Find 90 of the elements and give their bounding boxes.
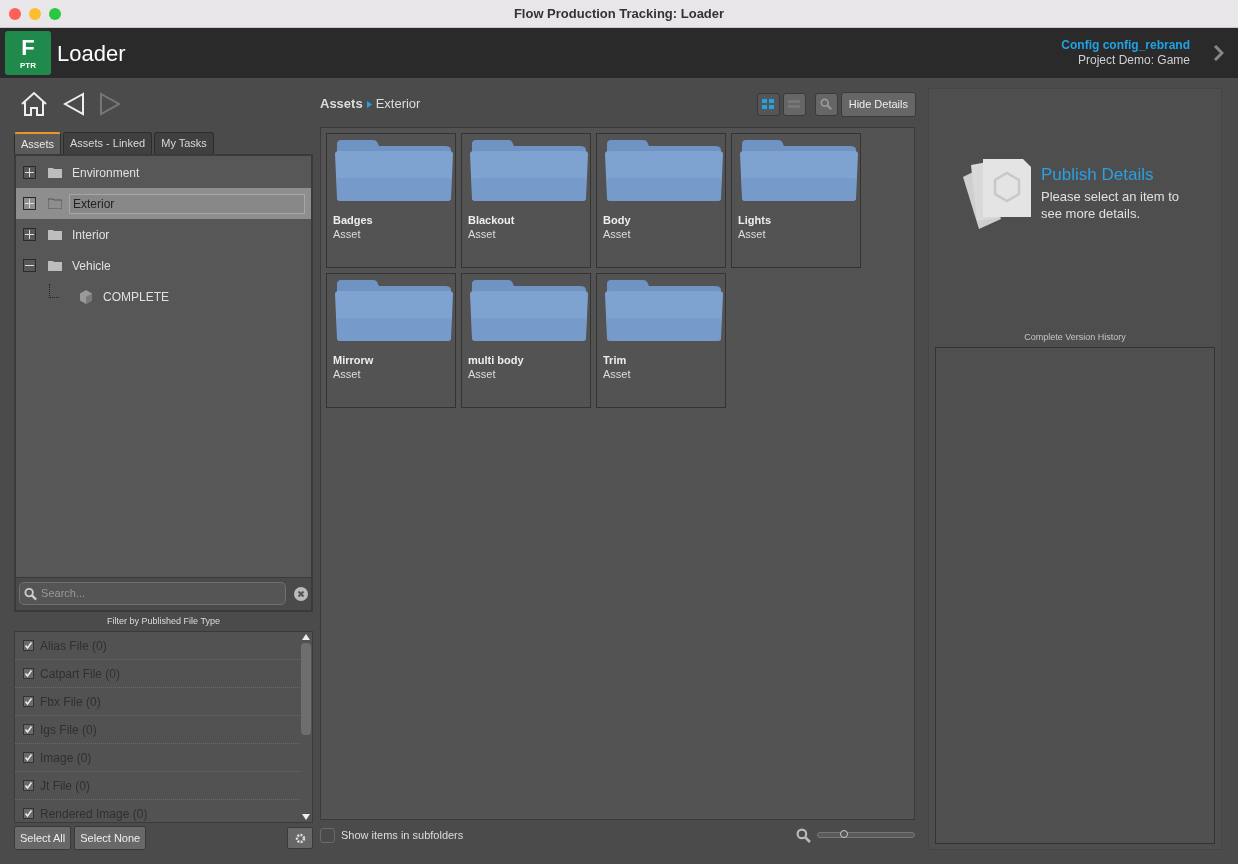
hide-details-button[interactable]: Hide Details xyxy=(840,91,916,117)
slider-thumb[interactable] xyxy=(839,830,848,838)
folder-icon xyxy=(48,198,62,209)
filter-title: Filter by Published File Type xyxy=(106,614,221,628)
history-title: Complete Version History xyxy=(1023,331,1127,344)
asset-name: Body xyxy=(603,213,632,227)
list-view-button[interactable] xyxy=(782,92,806,116)
folder-icon xyxy=(333,138,455,202)
breadcrumb-item: Exterior xyxy=(375,95,421,114)
asset-tile[interactable]: Lights Asset xyxy=(731,133,861,268)
checkbox[interactable] xyxy=(23,780,34,791)
asset-tile[interactable]: Blackout Asset xyxy=(461,133,591,268)
expander-icon[interactable] xyxy=(23,166,36,179)
select-button[interactable]: Select None xyxy=(74,826,147,850)
checkbox[interactable] xyxy=(23,808,34,819)
scrollbar[interactable] xyxy=(300,632,312,822)
folder-icon xyxy=(603,278,725,342)
tree-connector-icon xyxy=(48,283,59,298)
asset-tile[interactable]: Badges Asset xyxy=(326,133,456,268)
subfolders-label: Show items in subfolders xyxy=(341,827,464,843)
tree-item[interactable]: Exterior xyxy=(69,193,305,214)
zoom-icon xyxy=(796,827,811,843)
details-title: Publish Details xyxy=(1041,164,1155,186)
asset-type: Asset xyxy=(468,227,497,241)
scroll-down-icon[interactable] xyxy=(302,814,310,820)
settings-button[interactable] xyxy=(287,827,313,849)
tab[interactable]: Assets xyxy=(14,132,61,154)
asset-name: Mirrorw xyxy=(333,353,375,367)
checkbox[interactable] xyxy=(320,827,335,843)
asset-name: Blackout xyxy=(468,213,516,227)
expander-icon[interactable] xyxy=(23,259,36,272)
grid-icon xyxy=(762,99,775,109)
clear-icon[interactable] xyxy=(294,586,308,601)
cube-icon xyxy=(79,289,93,304)
tree-item[interactable]: Environment xyxy=(69,163,143,182)
folder-icon xyxy=(468,278,590,342)
asset-name: Lights xyxy=(738,213,772,227)
project-name: Project Demo: Game xyxy=(1077,53,1190,68)
tree-item[interactable]: Interior xyxy=(69,225,113,244)
documents-icon xyxy=(961,159,1033,231)
breadcrumb-item[interactable]: Assets xyxy=(320,94,363,114)
search-icon xyxy=(24,586,38,601)
asset-tile[interactable]: Body Asset xyxy=(596,133,726,268)
asset-type: Asset xyxy=(603,227,632,241)
checkbox[interactable] xyxy=(23,752,34,763)
config-link[interactable]: Config config_rebrand xyxy=(1061,38,1190,53)
folder-icon xyxy=(738,138,860,202)
search-field[interactable]: Search... xyxy=(19,582,286,605)
folder-icon xyxy=(603,138,725,202)
window-title: Flow Production Tracking: Loader xyxy=(512,4,726,23)
folder-icon xyxy=(48,260,62,271)
details-message: Please select an item to see more details. xyxy=(1041,187,1181,222)
tree-item[interactable]: COMPLETE xyxy=(100,287,172,306)
checkbox[interactable] xyxy=(23,668,34,679)
search-icon xyxy=(820,98,833,110)
asset-name: multi body xyxy=(468,353,525,367)
home-icon[interactable] xyxy=(19,91,49,117)
tree-item[interactable]: Vehicle xyxy=(69,256,114,275)
tab[interactable]: My Tasks xyxy=(154,132,214,154)
folder-icon xyxy=(48,229,62,240)
grid-view-button[interactable] xyxy=(756,92,780,116)
checkbox[interactable] xyxy=(23,696,34,707)
folder-icon xyxy=(333,278,455,342)
asset-name: Trim xyxy=(603,353,628,367)
asset-tile[interactable]: Trim Asset xyxy=(596,273,726,408)
logo: F PTR xyxy=(5,31,51,75)
asset-tile[interactable]: multi body Asset xyxy=(461,273,591,408)
select-button[interactable]: Select All xyxy=(14,826,72,850)
back-icon[interactable] xyxy=(63,92,85,116)
expander-icon[interactable] xyxy=(23,228,36,241)
folder-icon xyxy=(468,138,590,202)
asset-type: Asset xyxy=(738,227,767,241)
asset-type: Asset xyxy=(333,227,362,241)
checkbox[interactable] xyxy=(23,724,34,735)
asset-type: Asset xyxy=(468,367,497,381)
asset-name: Badges xyxy=(333,213,374,227)
asset-tile[interactable]: Mirrorw Asset xyxy=(326,273,456,408)
gear-icon xyxy=(294,832,306,844)
search-button[interactable] xyxy=(814,92,838,116)
asset-type: Asset xyxy=(603,367,632,381)
asset-type: Asset xyxy=(333,367,362,381)
chevron-right-icon[interactable] xyxy=(1214,45,1224,61)
checkbox[interactable] xyxy=(23,640,34,651)
breadcrumb-arrow-icon xyxy=(366,100,372,108)
tab[interactable]: Assets - Linked xyxy=(63,132,153,154)
app-title: Loader xyxy=(57,39,126,68)
expander-icon[interactable] xyxy=(23,197,36,210)
zoom-slider[interactable] xyxy=(817,832,915,838)
scroll-up-icon[interactable] xyxy=(302,634,310,640)
folder-icon xyxy=(48,167,62,178)
